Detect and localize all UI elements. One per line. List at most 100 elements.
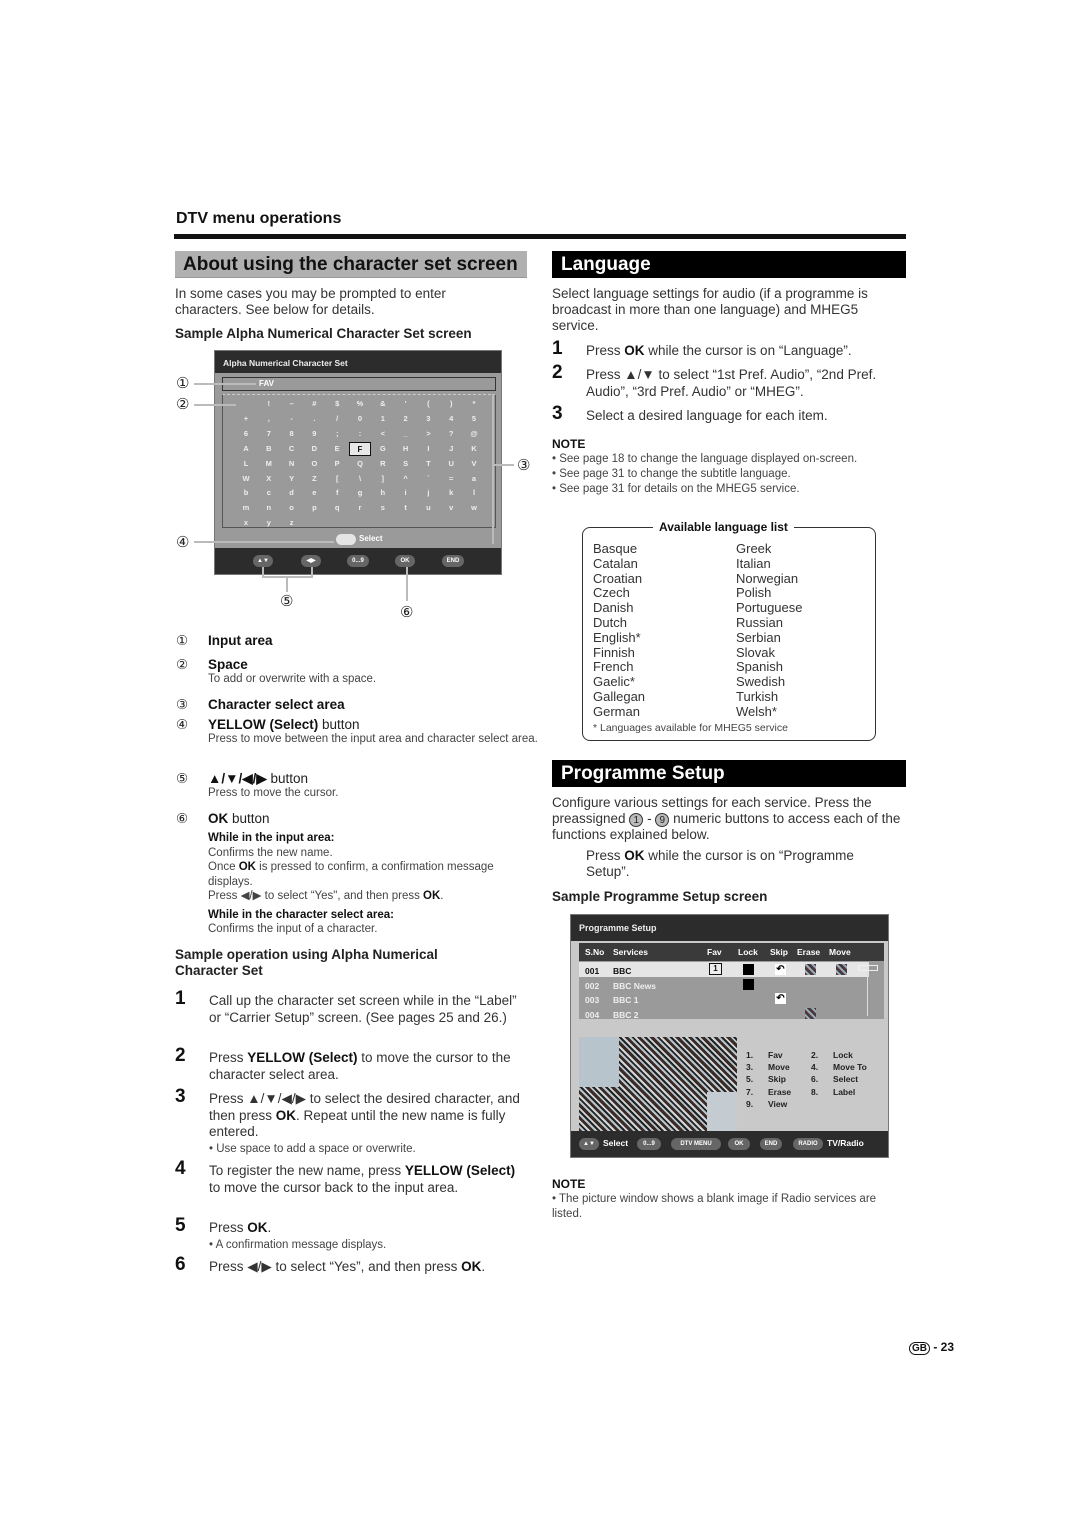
character-cell[interactable]: > <box>417 427 439 441</box>
character-cell[interactable]: R <box>372 457 394 471</box>
character-cell[interactable]: [ <box>326 472 348 486</box>
numeric-button[interactable]: 0...9 <box>347 555 369 567</box>
table-row[interactable]: 002 BBC News <box>579 977 869 992</box>
character-cell[interactable]: 8 <box>281 427 303 441</box>
character-cell[interactable]: F <box>349 441 371 456</box>
character-cell[interactable]: w <box>463 501 485 515</box>
character-cell[interactable]: , <box>258 412 280 426</box>
table-row[interactable]: 004 BBC 2 <box>579 1006 869 1021</box>
character-cell[interactable]: m <box>235 501 257 515</box>
character-cell[interactable]: . <box>303 412 325 426</box>
character-cell[interactable]: & <box>372 397 394 411</box>
character-cell[interactable]: ) <box>440 397 462 411</box>
character-cell[interactable]: A <box>235 442 257 456</box>
character-cell[interactable]: S <box>395 457 417 471</box>
character-cell[interactable]: 6 <box>235 427 257 441</box>
character-cell[interactable]: a <box>463 472 485 486</box>
character-cell[interactable]: X <box>258 472 280 486</box>
character-cell[interactable]: T <box>417 457 439 471</box>
character-cell[interactable]: c <box>258 486 280 500</box>
character-cell[interactable]: ( <box>417 397 439 411</box>
character-cell[interactable]: x <box>235 516 257 530</box>
character-cell[interactable]: G <box>372 442 394 456</box>
ok-button[interactable]: OK <box>395 555 415 567</box>
character-cell[interactable]: P <box>326 457 348 471</box>
numeric-button[interactable]: 0...9 <box>637 1138 661 1150</box>
input-area[interactable]: FAV <box>222 377 496 391</box>
character-cell[interactable]: + <box>235 412 257 426</box>
character-cell[interactable]: = <box>440 472 462 486</box>
character-cell[interactable]: v <box>440 501 462 515</box>
character-cell[interactable]: J <box>440 442 462 456</box>
character-cell[interactable]: E <box>326 442 348 456</box>
character-cell[interactable]: N <box>281 457 303 471</box>
character-cell[interactable]: _ <box>395 427 417 441</box>
character-cell[interactable]: % <box>349 397 371 411</box>
character-cell[interactable]: $ <box>326 397 348 411</box>
character-cell[interactable]: < <box>372 427 394 441</box>
character-cell[interactable]: q <box>326 501 348 515</box>
scrollbar-track[interactable] <box>867 971 868 1016</box>
character-cell[interactable]: V <box>463 457 485 471</box>
character-cell[interactable]: C <box>281 442 303 456</box>
character-cell[interactable]: K <box>463 442 485 456</box>
character-cell[interactable]: ` <box>417 472 439 486</box>
character-cell[interactable]: D <box>303 442 325 456</box>
character-cell[interactable]: ; <box>326 427 348 441</box>
character-cell[interactable]: z <box>281 516 303 530</box>
character-cell[interactable]: f <box>326 486 348 500</box>
character-cell[interactable]: B <box>258 442 280 456</box>
character-cell[interactable]: i <box>395 486 417 500</box>
character-cell[interactable]: k <box>440 486 462 500</box>
character-cell[interactable]: u <box>417 501 439 515</box>
character-cell[interactable]: Y <box>281 472 303 486</box>
character-cell[interactable]: d <box>281 486 303 500</box>
character-cell[interactable]: b <box>235 486 257 500</box>
character-cell[interactable]: e <box>303 486 325 500</box>
character-cell[interactable]: ] <box>372 472 394 486</box>
character-cell[interactable]: : <box>349 427 371 441</box>
character-cell[interactable]: L <box>235 457 257 471</box>
character-cell[interactable]: 9 <box>303 427 325 441</box>
character-cell[interactable]: ' <box>395 397 417 411</box>
character-cell[interactable]: Q <box>349 457 371 471</box>
character-cell[interactable]: O <box>303 457 325 471</box>
end-button[interactable]: END <box>760 1138 782 1150</box>
character-cell[interactable]: Z <box>303 472 325 486</box>
character-cell[interactable]: ^ <box>395 472 417 486</box>
character-cell[interactable]: 2 <box>395 412 417 426</box>
character-cell[interactable]: j <box>417 486 439 500</box>
character-cell[interactable]: * <box>463 397 485 411</box>
character-cell[interactable]: W <box>235 472 257 486</box>
character-cell[interactable]: # <box>303 397 325 411</box>
character-cell[interactable]: 5 <box>463 412 485 426</box>
character-cell[interactable] <box>235 397 257 411</box>
character-cell[interactable]: r <box>349 501 371 515</box>
character-cell[interactable]: 3 <box>417 412 439 426</box>
scrollbar-thumb[interactable] <box>858 965 878 971</box>
radio-button[interactable]: RADIO <box>793 1138 823 1150</box>
table-row[interactable]: 001 BBC 1 ↶ <box>579 962 869 977</box>
character-cell[interactable]: - <box>281 412 303 426</box>
character-cell[interactable]: / <box>326 412 348 426</box>
character-cell[interactable]: n <box>258 501 280 515</box>
leftright-button[interactable]: ◀▶ <box>301 555 321 567</box>
character-cell[interactable]: I <box>417 442 439 456</box>
character-cell[interactable]: ? <box>440 427 462 441</box>
character-cell[interactable]: 4 <box>440 412 462 426</box>
character-cell[interactable]: U <box>440 457 462 471</box>
character-cell[interactable]: 0 <box>349 412 371 426</box>
character-cell[interactable]: 7 <box>258 427 280 441</box>
character-cell[interactable]: ! <box>258 397 280 411</box>
ok-button[interactable]: OK <box>728 1138 750 1150</box>
character-cell[interactable]: \ <box>349 472 371 486</box>
end-button[interactable]: END <box>442 555 464 567</box>
character-cell[interactable]: h <box>372 486 394 500</box>
table-row[interactable]: 003 BBC 1 ↶ <box>579 991 869 1006</box>
character-cell[interactable]: – <box>281 397 303 411</box>
character-cell[interactable]: g <box>349 486 371 500</box>
character-cell[interactable]: 1 <box>372 412 394 426</box>
character-cell[interactable]: p <box>303 501 325 515</box>
character-cell[interactable]: @ <box>463 427 485 441</box>
character-cell[interactable]: y <box>258 516 280 530</box>
